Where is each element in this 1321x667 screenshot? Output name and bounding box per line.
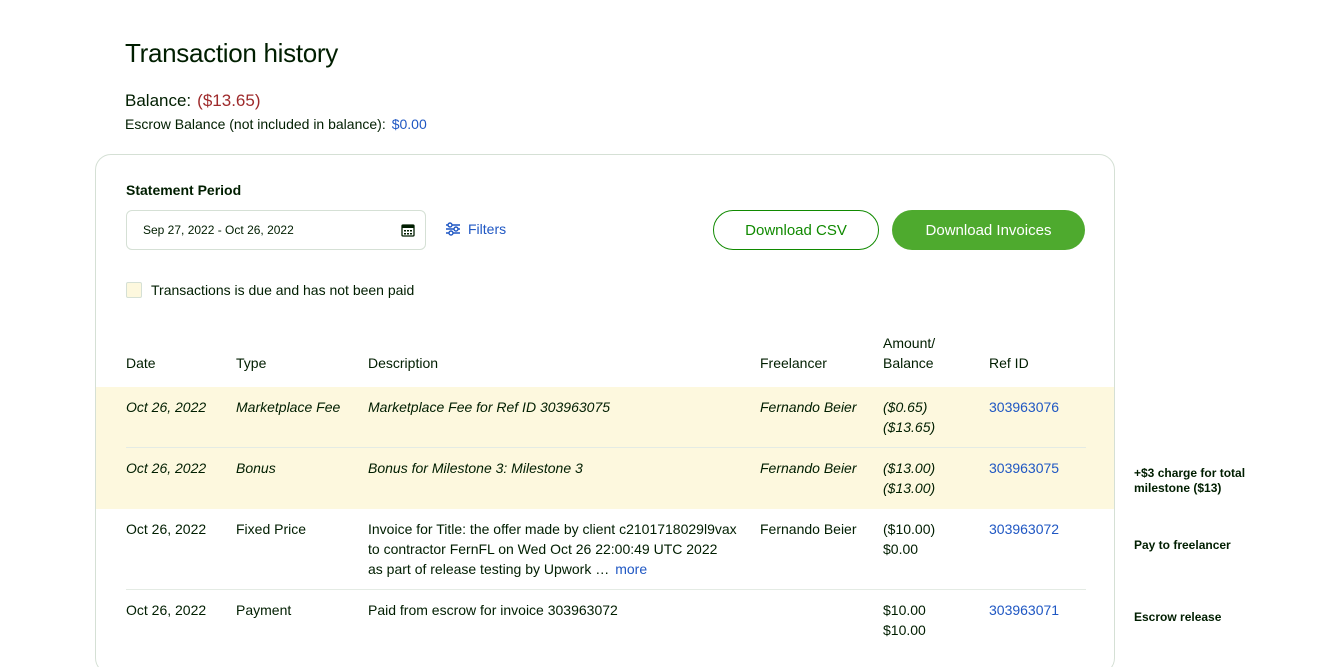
header-type[interactable]: Type	[236, 353, 266, 373]
row-amount-balance: ($0.65) ($13.65)	[883, 397, 935, 437]
row-date: Oct 26, 2022	[126, 460, 207, 476]
row-description-line-text: as part of release testing by Upwork …	[368, 561, 610, 577]
row-type: Payment	[236, 602, 292, 618]
annotation-escrow-note: Escrow release	[1134, 610, 1222, 624]
due-legend: Transactions is due and has not been pai…	[126, 282, 414, 298]
row-date: Oct 26, 2022	[126, 399, 207, 415]
row-description-line: to contractor FernFL on Wed Oct 26 22:00…	[368, 541, 718, 557]
due-legend-text: Transactions is due and has not been pai…	[151, 282, 415, 298]
row-description-line: Invoice for Title: the offer made by cli…	[368, 521, 737, 537]
header-date[interactable]: Date	[126, 353, 156, 373]
row-balance: ($13.65)	[883, 419, 936, 435]
row-ref-link[interactable]: 303963071	[989, 600, 1059, 620]
annotation-pay-note: Pay to freelancer	[1134, 538, 1231, 552]
row-ref-link[interactable]: 303963076	[989, 397, 1059, 417]
row-description: Bonus for Milestone 3: Milestone 3	[368, 460, 583, 476]
escrow-label: Escrow Balance (not included in balance)…	[125, 116, 386, 132]
annotation-line: +$3 charge for total	[1134, 466, 1246, 480]
download-csv-button[interactable]: Download CSV	[713, 210, 879, 250]
table-row[interactable]: Oct 26, 2022 Marketplace Fee Marketplace…	[96, 387, 1114, 448]
row-balance: $0.00	[883, 541, 919, 557]
escrow-balance: Escrow Balance (not included in balance)…	[125, 116, 427, 132]
download-invoices-button[interactable]: Download Invoices	[892, 210, 1085, 250]
escrow-value: $0.00	[391, 116, 427, 132]
table-row[interactable]: Oct 26, 2022 Fixed Price Invoice for Tit…	[96, 509, 1114, 590]
filters-label: Filters	[468, 221, 507, 237]
row-amount-balance: ($10.00) $0.00	[883, 519, 935, 559]
header-ref-id[interactable]: Ref ID	[989, 353, 1029, 373]
row-description-line: as part of release testing by Upwork … mo…	[368, 559, 737, 579]
balance-label: Balance:	[125, 91, 192, 110]
filters-button[interactable]: Filters	[445, 221, 506, 237]
row-amount-balance: $10.00 $10.00	[883, 600, 926, 640]
balance-value: ($13.65)	[197, 91, 261, 110]
row-amount: ($0.65)	[883, 399, 928, 415]
row-freelancer: Fernando Beier	[760, 521, 857, 537]
date-range-input[interactable]: Sep 27, 2022 - Oct 26, 2022	[126, 210, 426, 250]
header-description[interactable]: Description	[368, 353, 438, 373]
row-description: Paid from escrow for invoice 303963072	[368, 602, 618, 618]
calendar-icon[interactable]	[401, 223, 415, 237]
row-amount: $10.00	[883, 602, 926, 618]
transactions-card: Statement Period Sep 27, 2022 - Oct 26, …	[95, 154, 1115, 667]
row-freelancer: Fernando Beier	[760, 399, 857, 415]
table-header: Date Type Description Freelancer Amount/…	[96, 333, 1114, 387]
more-link[interactable]: more	[615, 561, 647, 577]
row-freelancer: Fernando Beier	[760, 460, 857, 476]
header-amount: Amount/	[883, 335, 936, 351]
row-balance: ($13.00)	[883, 480, 936, 496]
row-type: Bonus	[236, 460, 276, 476]
table-row[interactable]: Oct 26, 2022 Bonus Bonus for Milestone 3…	[96, 448, 1114, 509]
row-type: Fixed Price	[236, 521, 307, 537]
sliders-icon	[446, 222, 460, 236]
due-legend-swatch	[126, 282, 142, 298]
row-amount: ($10.00)	[883, 521, 936, 537]
row-date: Oct 26, 2022	[126, 602, 207, 618]
page-title: Transaction history	[125, 38, 338, 68]
row-ref-link[interactable]: 303963072	[989, 519, 1059, 539]
balance: Balance: ($13.65)	[125, 91, 261, 111]
row-ref-link[interactable]: 303963075	[989, 458, 1059, 478]
row-date: Oct 26, 2022	[126, 521, 207, 537]
header-freelancer[interactable]: Freelancer	[760, 353, 827, 373]
row-description: Invoice for Title: the offer made by cli…	[368, 519, 737, 579]
annotation-line: milestone ($13)	[1134, 481, 1222, 495]
row-amount: ($13.00)	[883, 460, 936, 476]
annotation-bonus-note: +$3 charge for total milestone ($13)	[1134, 466, 1294, 496]
header-balance: Balance	[883, 355, 934, 371]
row-description: Marketplace Fee for Ref ID 303963075	[368, 399, 611, 415]
date-range-value: Sep 27, 2022 - Oct 26, 2022	[143, 223, 294, 237]
header-amount-balance[interactable]: Amount/ Balance	[883, 333, 935, 373]
row-amount-balance: ($13.00) ($13.00)	[883, 458, 935, 498]
statement-period-label: Statement Period	[126, 182, 242, 198]
table-row[interactable]: Oct 26, 2022 Payment Paid from escrow fo…	[96, 590, 1114, 660]
row-type: Marketplace Fee	[236, 399, 341, 415]
row-balance: $10.00	[883, 622, 926, 638]
